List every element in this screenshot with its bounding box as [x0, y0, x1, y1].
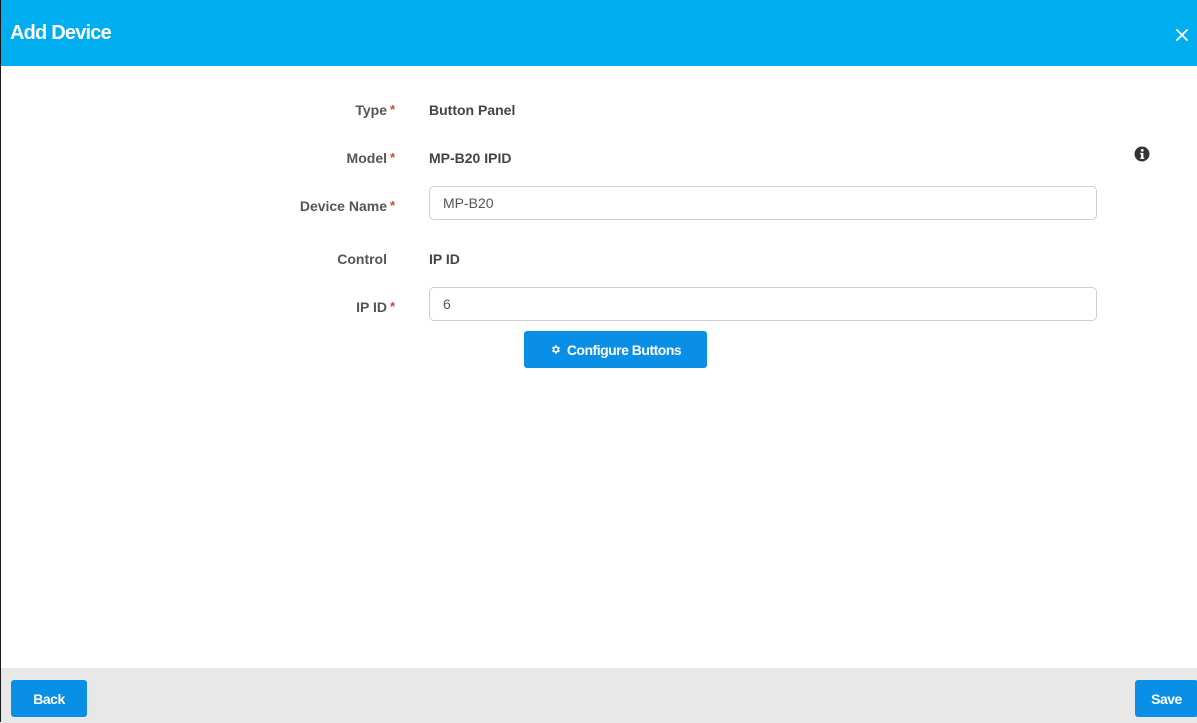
add-device-dialog: Add Device Type * Button Panel Model * M… — [0, 0, 1197, 723]
configure-buttons-label: Configure Buttons — [566, 341, 682, 358]
control-label: Control — [337, 251, 387, 267]
back-button[interactable]: Back — [11, 680, 87, 717]
close-icon — [1176, 29, 1188, 41]
required-marker: * — [390, 102, 396, 117]
ip-id-label: IP ID — [356, 299, 387, 315]
type-label: Type — [355, 102, 387, 118]
control-value: IP ID — [429, 251, 460, 267]
dialog-footer: Back Save — [1, 668, 1197, 723]
device-name-label: Device Name — [299, 198, 387, 214]
type-value: Button Panel — [429, 102, 516, 118]
model-value: MP-B20 IPID — [429, 150, 512, 166]
close-button[interactable] — [1170, 23, 1194, 47]
device-name-input[interactable] — [429, 186, 1097, 220]
ip-id-input[interactable] — [429, 287, 1097, 321]
gear-icon — [551, 345, 560, 354]
save-button[interactable]: Save — [1135, 680, 1197, 717]
info-icon[interactable] — [1134, 146, 1150, 162]
model-label: Model — [346, 150, 387, 166]
required-marker: * — [390, 299, 396, 314]
required-marker: * — [390, 150, 396, 165]
configure-buttons-button[interactable]: Configure Buttons — [524, 331, 707, 368]
dialog-title: Add Device — [10, 22, 112, 44]
required-marker: * — [390, 198, 396, 213]
dialog-header: Add Device — [1, 0, 1197, 66]
